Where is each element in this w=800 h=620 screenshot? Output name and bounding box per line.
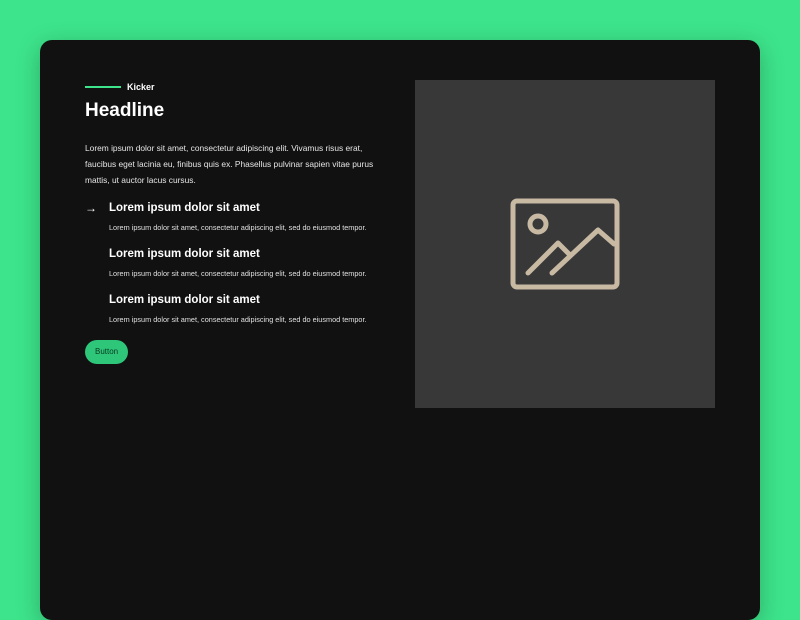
kicker: Kicker xyxy=(127,82,155,92)
media-placeholder xyxy=(415,80,715,408)
list-item: Lorem ipsum dolor sit amet Lorem ipsum d… xyxy=(85,292,375,326)
image-placeholder-icon xyxy=(510,198,620,290)
feature-list: → Lorem ipsum dolor sit amet Lorem ipsum… xyxy=(85,200,375,326)
list-item-body: Lorem ipsum dolor sit amet, consectetur … xyxy=(109,269,367,278)
list-item-title: Lorem ipsum dolor sit amet xyxy=(109,202,260,214)
primary-button[interactable]: Button xyxy=(85,340,129,364)
list-item-body: Lorem ipsum dolor sit amet, consectetur … xyxy=(109,315,367,324)
headline: Headline xyxy=(85,100,165,121)
text-column: Kicker Headline Lorem ipsum dolor sit am… xyxy=(85,80,375,364)
list-item: Lorem ipsum dolor sit amet Lorem ipsum d… xyxy=(85,246,375,280)
list-item-body: Lorem ipsum dolor sit amet, consectetur … xyxy=(109,223,367,232)
arrow-right-icon: → xyxy=(85,201,97,215)
content-card: Kicker Headline Lorem ipsum dolor sit am… xyxy=(40,40,760,620)
kicker-row: Kicker xyxy=(85,80,375,94)
intro-paragraph: Lorem ipsum dolor sit amet, consectetur … xyxy=(85,143,374,185)
list-item: → Lorem ipsum dolor sit amet Lorem ipsum… xyxy=(85,200,375,234)
kicker-line xyxy=(85,86,121,88)
list-item-title: Lorem ipsum dolor sit amet xyxy=(109,294,260,306)
list-item-title: Lorem ipsum dolor sit amet xyxy=(109,248,260,260)
